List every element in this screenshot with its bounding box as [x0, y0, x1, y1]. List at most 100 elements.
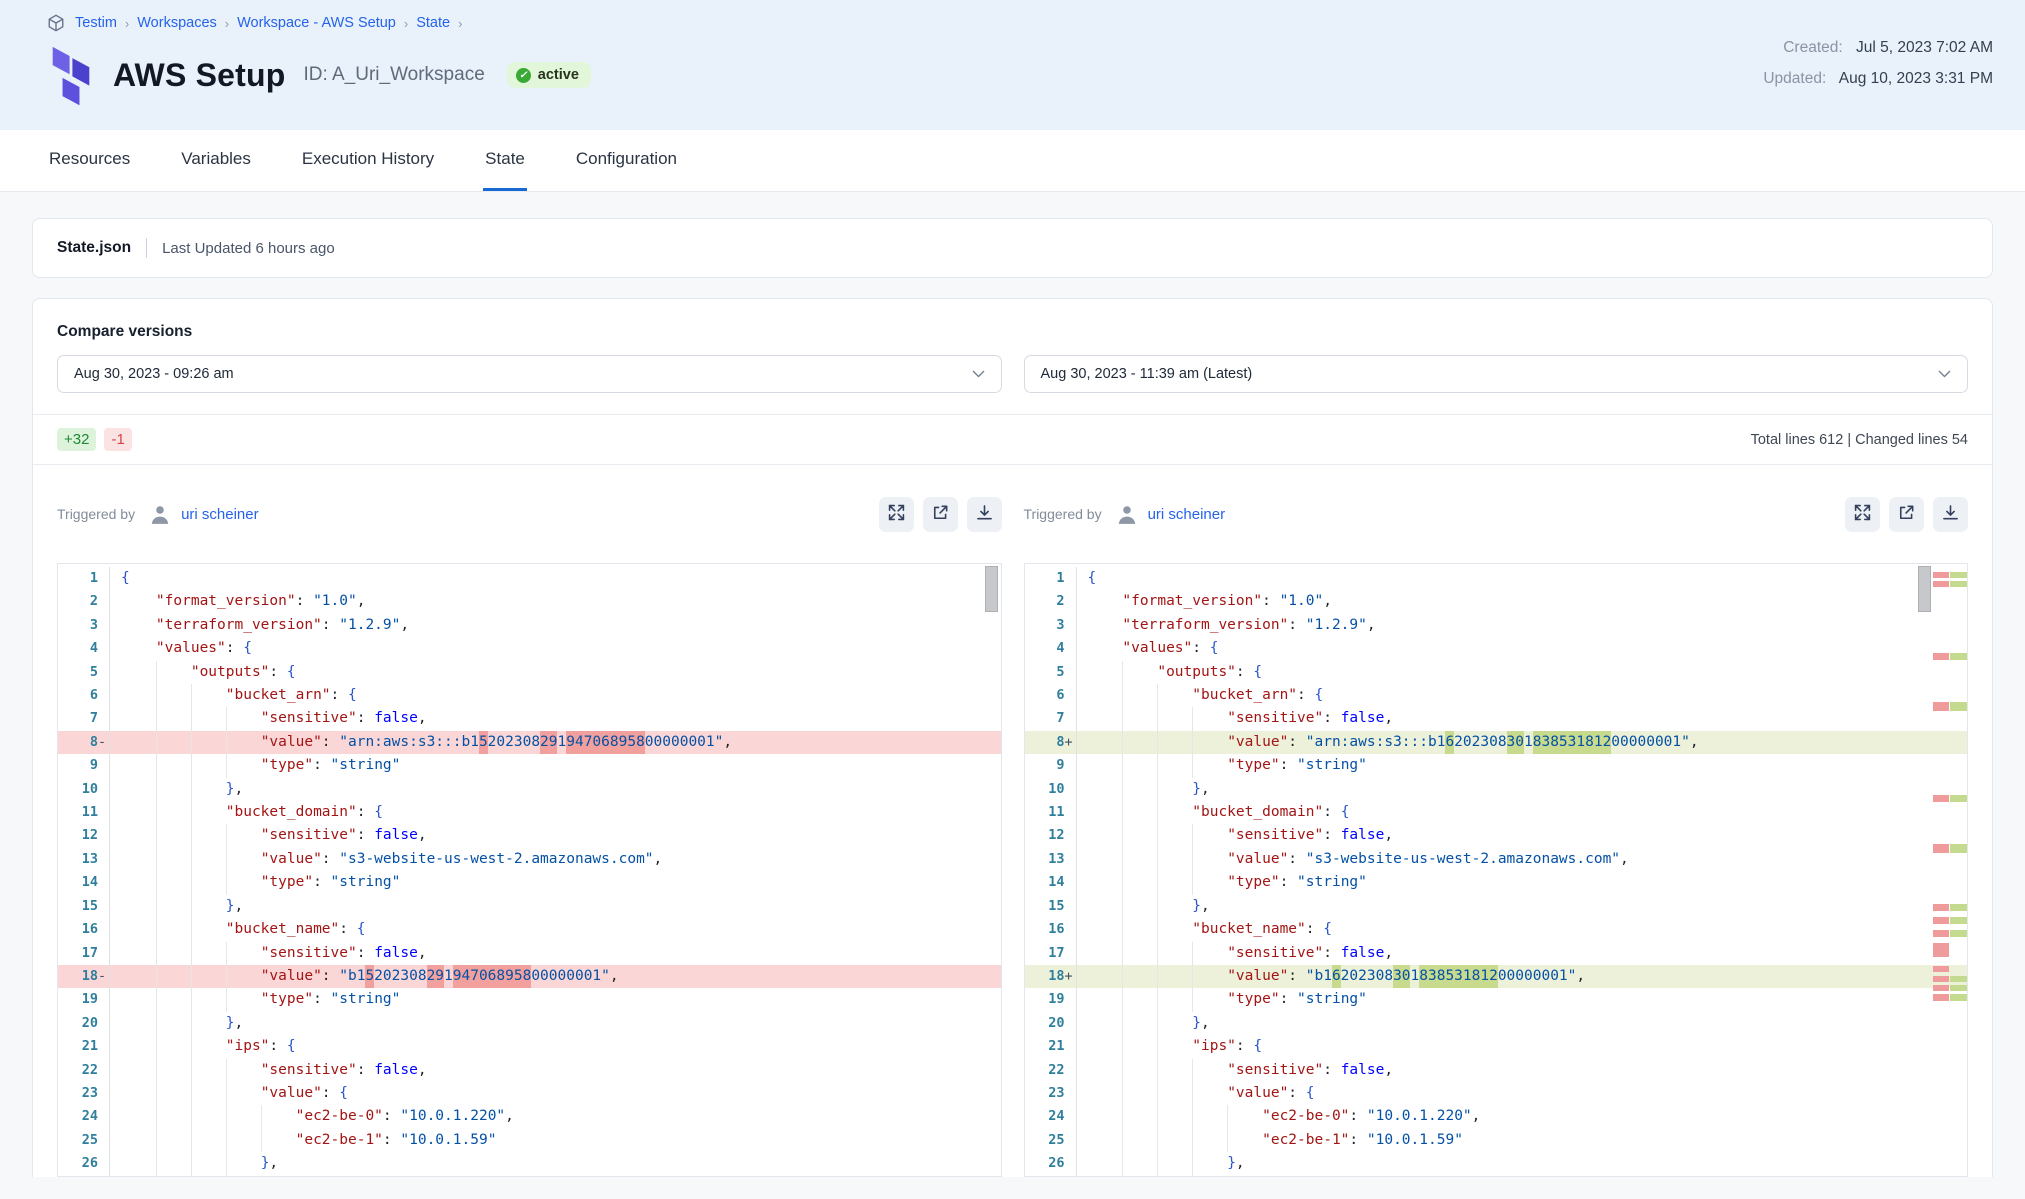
scrollbar-thumb[interactable]	[985, 566, 998, 612]
line-number: 20	[1025, 1012, 1077, 1035]
download-icon	[1942, 504, 1959, 524]
code-line: 24 "ec2-be-0": "10.0.1.220",	[58, 1105, 1001, 1128]
triggered-by-label: Triggered by	[1024, 506, 1102, 522]
version-select-right[interactable]: Aug 30, 2023 - 11:39 am (Latest)	[1024, 355, 1969, 393]
pane-header-right: Triggered by uri scheiner	[1024, 465, 1969, 563]
code-line: 14 "type": "string"	[58, 871, 1001, 894]
status-badge: ✓ active	[507, 62, 591, 88]
created-label: Created:	[1783, 39, 1842, 56]
line-number: 2	[58, 590, 110, 613]
tab-execution-history[interactable]: Execution History	[300, 149, 436, 191]
breadcrumb-link-testim[interactable]: Testim	[75, 15, 117, 31]
ruler-mark	[1933, 844, 1967, 853]
ruler-mark	[1933, 976, 1967, 982]
code-line: 25 "ec2-be-1": "10.0.1.59"	[1025, 1129, 1968, 1152]
expand-button[interactable]	[879, 497, 914, 532]
code-line: 16 "bucket_name": {	[58, 918, 1001, 941]
ruler-mark	[1933, 966, 1967, 972]
code-line: 22 "sensitive": false,	[1025, 1059, 1968, 1082]
file-bar: State.json Last Updated 6 hours ago	[32, 218, 1993, 278]
line-number: 24	[58, 1105, 110, 1128]
breadcrumb-link-state[interactable]: State	[416, 15, 450, 31]
diff-pane-right: Triggered byuri scheiner1{2 "format_vers…	[1024, 465, 1969, 1177]
line-number: 6	[1025, 684, 1077, 707]
line-number: 16	[58, 918, 110, 941]
line-number: 25	[58, 1129, 110, 1152]
tab-resources[interactable]: Resources	[47, 149, 132, 191]
line-number: 16	[1025, 918, 1077, 941]
line-number: 18+	[1025, 965, 1077, 988]
line-number: 21	[58, 1035, 110, 1058]
compare-versions-title: Compare versions	[57, 323, 1968, 341]
triggered-by-user-link[interactable]: uri scheiner	[181, 506, 259, 523]
code-line: 7 "sensitive": false,	[1025, 707, 1968, 730]
line-number: 2	[1025, 590, 1077, 613]
line-number: 27	[1025, 1176, 1077, 1177]
line-number: 8+	[1025, 731, 1077, 754]
code-line: 5 "outputs": {	[58, 661, 1001, 684]
code-line: 24 "ec2-be-0": "10.0.1.220",	[1025, 1105, 1968, 1128]
tab-configuration[interactable]: Configuration	[574, 149, 679, 191]
line-number: 9	[58, 754, 110, 777]
workspace-header: Testim › Workspaces › Workspace - AWS Setup ›…	[0, 0, 2025, 130]
line-number: 6	[58, 684, 110, 707]
status-badge-label: active	[538, 67, 579, 83]
line-number: 15	[58, 895, 110, 918]
open-external-button[interactable]	[923, 497, 958, 532]
code-line: 4 "values": {	[58, 637, 1001, 660]
tab-state[interactable]: State	[483, 149, 527, 191]
ruler-mark	[1933, 904, 1967, 911]
ruler-mark	[1933, 994, 1967, 1001]
version-select-left-value: Aug 30, 2023 - 09:26 am	[74, 366, 234, 382]
code-line: 15 },	[58, 895, 1001, 918]
code-line-del: 8- "value": "arn:aws:s3:::b1520230829194…	[58, 731, 1001, 754]
ruler-mark	[1933, 930, 1967, 937]
breadcrumb-link-workspaces[interactable]: Workspaces	[137, 15, 217, 31]
triggered-by-user-link[interactable]: uri scheiner	[1148, 506, 1226, 523]
breadcrumb: Testim › Workspaces › Workspace - AWS Setup ›…	[47, 14, 1993, 32]
terraform-logo-icon	[47, 44, 95, 106]
code-line: 20 },	[1025, 1012, 1968, 1035]
breadcrumb-separator: ›	[404, 16, 408, 31]
workspace-meta: Created: Jul 5, 2023 7:02 AM Updated: Au…	[1763, 40, 1993, 101]
breadcrumb-link-workspace-aws-setup[interactable]: Workspace - AWS Setup	[237, 15, 396, 31]
code-line: 27 "type": [	[1025, 1176, 1968, 1177]
code-line: 5 "outputs": {	[1025, 661, 1968, 684]
scrollbar-thumb[interactable]	[1918, 566, 1931, 612]
created-value: Jul 5, 2023 7:02 AM	[1856, 39, 1993, 56]
line-number: 23	[58, 1082, 110, 1105]
code-line-del: 18- "value": "b1520230829194706895800000…	[58, 965, 1001, 988]
download-icon	[976, 504, 993, 524]
version-select-left[interactable]: Aug 30, 2023 - 09:26 am	[57, 355, 1002, 393]
version-select-right-value: Aug 30, 2023 - 11:39 am (Latest)	[1041, 366, 1253, 382]
code-line: 17 "sensitive": false,	[1025, 942, 1968, 965]
code-line: 9 "type": "string"	[1025, 754, 1968, 777]
diff-pane-left: Triggered byuri scheiner1{2 "format_vers…	[57, 465, 1002, 1177]
code-line: 14 "type": "string"	[1025, 871, 1968, 894]
tab-variables[interactable]: Variables	[179, 149, 253, 191]
external-link-icon	[932, 504, 949, 524]
code-line: 13 "value": "s3-website-us-west-2.amazon…	[1025, 848, 1968, 871]
pane-actions	[1845, 497, 1968, 532]
breadcrumb-separator: ›	[125, 16, 129, 31]
line-number: 24	[1025, 1105, 1077, 1128]
code-line: 26 },	[1025, 1152, 1968, 1175]
code-line: 3 "terraform_version": "1.2.9",	[58, 614, 1001, 637]
code-line: 22 "sensitive": false,	[58, 1059, 1001, 1082]
line-number: 15	[1025, 895, 1077, 918]
line-number: 3	[1025, 614, 1077, 637]
download-button[interactable]	[1933, 497, 1968, 532]
download-button[interactable]	[967, 497, 1002, 532]
breadcrumb-separator: ›	[458, 16, 462, 31]
line-number: 12	[58, 824, 110, 847]
expand-button[interactable]	[1845, 497, 1880, 532]
code-line: 23 "value": {	[58, 1082, 1001, 1105]
open-external-button[interactable]	[1889, 497, 1924, 532]
version-selects: Aug 30, 2023 - 09:26 am Aug 30, 2023 - 1…	[57, 355, 1968, 393]
line-number: 10	[1025, 778, 1077, 801]
chevron-down-icon	[1938, 370, 1951, 378]
line-number: 19	[58, 988, 110, 1011]
line-number: 9	[1025, 754, 1077, 777]
code-line: 23 "value": {	[1025, 1082, 1968, 1105]
code-line: 25 "ec2-be-1": "10.0.1.59"	[58, 1129, 1001, 1152]
